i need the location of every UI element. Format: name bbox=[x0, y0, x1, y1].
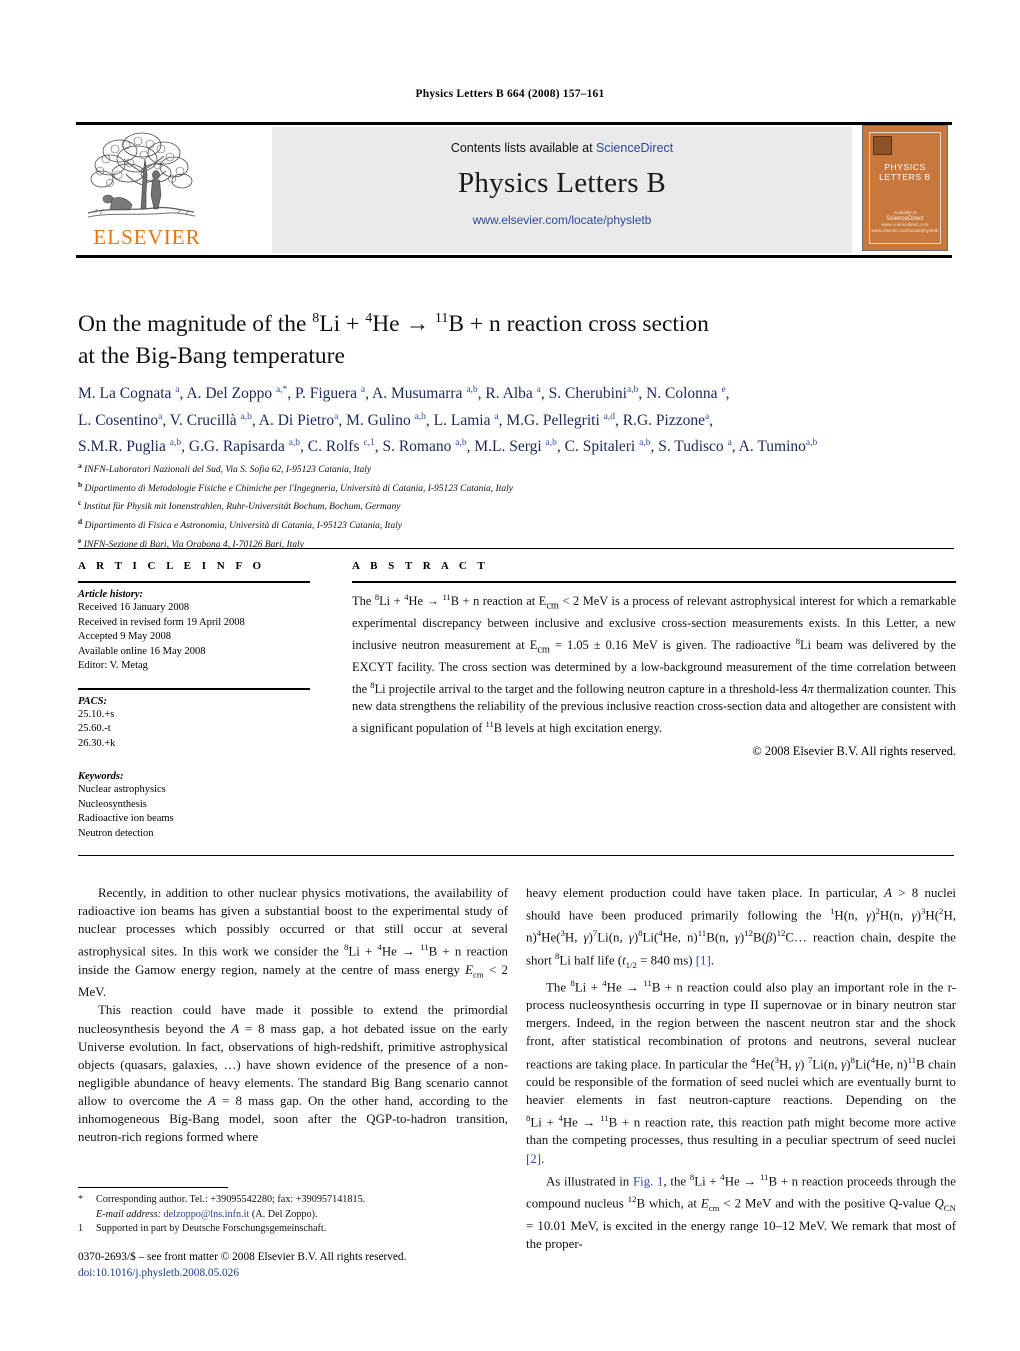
keyword-1: Nuclear astrophysics bbox=[78, 784, 166, 795]
history-editor: Editor: V. Metag bbox=[78, 660, 148, 671]
affiliation-text-b: Dipartimento di Metodologie Fisiche e Ch… bbox=[84, 483, 513, 494]
affiliation-b: b Dipartimento di Metodologie Fisiche e … bbox=[78, 478, 958, 497]
body-paragraph-1: Recently, in addition to other nuclear p… bbox=[78, 886, 508, 1000]
cover-footer-text: Available at ScienceDirect www.sciencedi… bbox=[863, 210, 947, 234]
article-info-column: A R T I C L E I N F O Article history: R… bbox=[78, 560, 310, 841]
abstract-copyright: © 2008 Elsevier B.V. All rights reserved… bbox=[752, 743, 956, 758]
elsevier-wordmark: ELSEVIER bbox=[93, 225, 201, 249]
title-segment-post: reaction cross section bbox=[500, 310, 709, 337]
affiliation-text-a: INFN-Laboratori Nazionali del Sud, Via S… bbox=[84, 465, 372, 476]
abstract-divider bbox=[352, 581, 956, 583]
doi-link[interactable]: doi:10.1016/j.physletb.2008.05.026 bbox=[78, 1266, 578, 1282]
title-block: On the magnitude of the 8Li + 4He → 11B … bbox=[78, 303, 958, 372]
footnote-corresponding-author: * Corresponding author. Tel.: +390955422… bbox=[78, 1193, 508, 1222]
abstract-heading: A B S T R A C T bbox=[352, 560, 489, 572]
affiliation-mark-a: a bbox=[78, 461, 82, 470]
info-section-top-rule bbox=[78, 548, 954, 549]
affiliation-a: a INFN-Laboratori Nazionali del Sud, Via… bbox=[78, 459, 958, 478]
article-info-divider bbox=[78, 581, 310, 583]
pacs-code-3: 26.30.+k bbox=[78, 737, 116, 749]
citation-1[interactable]: [1] bbox=[696, 953, 711, 967]
author-line-2: L. Cosentinoa, V. Crucillà a,b, A. Di Pi… bbox=[78, 411, 714, 429]
affiliation-text-d: Dipartimento di Fisica e Astronomia, Uni… bbox=[84, 521, 402, 532]
affiliation-c: c Institut für Physik mit Ionenstrahlen,… bbox=[78, 496, 958, 515]
author-list: M. La Cognata a, A. Del Zoppo a,*, P. Fi… bbox=[78, 379, 963, 459]
footnote-email-link[interactable]: delzoppo@lns.infn.it bbox=[164, 1209, 250, 1220]
pacs-divider bbox=[78, 687, 310, 690]
figure-1-link[interactable]: Fig. 1 bbox=[633, 1174, 664, 1188]
author-line-1: M. La Cognata a, A. Del Zoppo a,*, P. Fi… bbox=[78, 385, 730, 403]
running-head: Physics Letters B 664 (2008) 157–161 bbox=[415, 88, 605, 100]
footnote-email-label: E-mail address: bbox=[96, 1208, 161, 1220]
pacs-heading: PACS: bbox=[78, 695, 107, 707]
sciencedirect-link[interactable]: ScienceDirect bbox=[596, 141, 673, 155]
title-sup-4: 4 bbox=[365, 311, 373, 326]
footnote-one-text: Supported in part by Deutsche Forschungs… bbox=[96, 1223, 327, 1235]
title-line-2: at the Big-Bang temperature bbox=[78, 342, 345, 369]
elsevier-logo: ELSEVIER bbox=[82, 129, 200, 251]
sciencedirect-band: Contents lists available at ScienceDirec… bbox=[272, 127, 852, 253]
cover-foot-line4: www.elsevier.com/locate/physletb bbox=[871, 228, 939, 233]
abstract-text: The 8Li + 4He → 11B + n reaction at Ecm … bbox=[352, 592, 956, 735]
affiliation-mark-b: b bbox=[78, 479, 83, 489]
journal-url-link[interactable]: www.elsevier.com/locate/physletb bbox=[272, 213, 852, 227]
page-title: On the magnitude of the 8Li + 4He → 11B … bbox=[78, 310, 709, 369]
history-available-online: Available online 16 May 2008 bbox=[78, 645, 206, 657]
contents-prefix: Contents lists available at bbox=[450, 141, 597, 155]
article-history-heading: Article history: bbox=[78, 589, 144, 600]
footnote-email-owner: (A. Del Zoppo). bbox=[251, 1208, 318, 1220]
affiliation-mark-c: c bbox=[78, 498, 82, 508]
affiliation-mark-e: e bbox=[78, 535, 82, 545]
author-line-3: S.M.R. Puglia a,b, G.G. Rapisarda a,b, C… bbox=[78, 438, 818, 456]
affiliation-d: d Dipartimento di Fisica e Astronomia, U… bbox=[78, 515, 958, 534]
cover-title-text: PHYSICS LETTERS B bbox=[879, 162, 931, 182]
issn-copyright-line: 0370-2693/$ – see front matter © 2008 El… bbox=[78, 1251, 407, 1263]
body-paragraph-3: heavy element production could have take… bbox=[526, 886, 957, 970]
keyword-3: Radioactive ion beams bbox=[78, 813, 174, 824]
body-paragraph-4: The 8Li + 4He → 11B + n reaction could a… bbox=[526, 977, 957, 1166]
affiliation-list: a INFN-Laboratori Nazionali del Sud, Via… bbox=[78, 459, 958, 552]
history-revised: Received in revised form 19 April 2008 bbox=[78, 616, 245, 628]
abstract-column: A B S T R A C T The 8Li + 4He → 11B + n … bbox=[352, 560, 956, 759]
footnote-support: 1 Supported in part by Deutsche Forschun… bbox=[78, 1222, 508, 1237]
keyword-2: Nucleosynthesis bbox=[78, 798, 147, 810]
article-info-heading: A R T I C L E I N F O bbox=[78, 560, 266, 572]
info-section-bottom-rule bbox=[78, 855, 954, 856]
footnote-one-mark: 1 bbox=[78, 1223, 84, 1235]
keywords-block: Keywords: Nuclear astrophysics Nucleosyn… bbox=[78, 771, 310, 841]
body-paragraph-5: As illustrated in Fig. 1, the 8Li + 4He … bbox=[526, 1171, 956, 1252]
footnote-rule bbox=[78, 1187, 228, 1188]
body-column-right: heavy element production could have take… bbox=[526, 884, 956, 1253]
cover-emblem-icon bbox=[873, 136, 892, 155]
footnote-block: * Corresponding author. Tel.: +390955422… bbox=[78, 1193, 508, 1237]
affiliation-mark-d: d bbox=[78, 516, 83, 526]
pacs-code-1: 25.10.+s bbox=[78, 708, 115, 720]
footnote-star-mark: * bbox=[78, 1194, 84, 1205]
history-received: Received 16 January 2008 bbox=[78, 602, 190, 613]
title-segment-pre: On the magnitude of the bbox=[78, 310, 313, 337]
body-paragraph-2: This reaction could have made it possibl… bbox=[78, 1003, 508, 1145]
keyword-4: Neutron detection bbox=[78, 827, 154, 839]
page-footer: 0370-2693/$ – see front matter © 2008 El… bbox=[78, 1250, 578, 1281]
history-accepted: Accepted 9 May 2008 bbox=[78, 631, 172, 642]
pacs-code-2: 25.60.-t bbox=[78, 723, 111, 734]
title-sup-11: 11 bbox=[434, 311, 449, 326]
journal-masthead: ELSEVIER Contents lists available at Sci… bbox=[76, 122, 952, 258]
affiliation-text-c: Institut für Physik mit Ionenstrahlen, R… bbox=[83, 502, 401, 513]
footnote-star-text: Corresponding author. Tel.: +39095542280… bbox=[96, 1194, 366, 1205]
journal-cover-thumbnail: PHYSICS LETTERS B Available at ScienceDi… bbox=[862, 125, 948, 251]
keywords-heading: Keywords: bbox=[78, 771, 124, 782]
journal-title: Physics Letters B bbox=[457, 167, 667, 199]
title-sup-8: 8 bbox=[312, 311, 320, 326]
affiliation-e: e INFN-Sezione di Bari, Via Orabona 4, I… bbox=[78, 534, 958, 553]
contents-available-line: Contents lists available at ScienceDirec… bbox=[272, 141, 852, 155]
citation-2[interactable]: [2] bbox=[526, 1152, 541, 1166]
paper-page: Physics Letters B 664 (2008) 157–161 ELS… bbox=[0, 0, 1020, 1351]
body-column-left: Recently, in addition to other nuclear p… bbox=[78, 884, 508, 1146]
